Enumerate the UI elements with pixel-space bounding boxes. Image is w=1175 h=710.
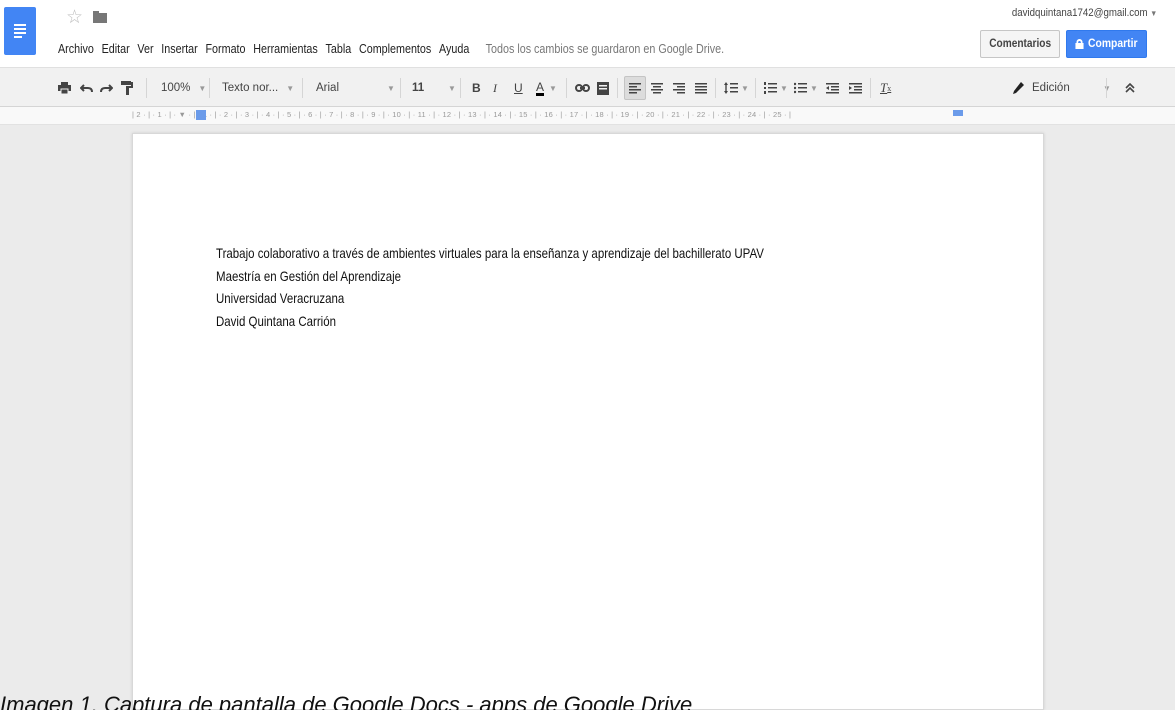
align-left-button[interactable] bbox=[624, 76, 646, 100]
document-body[interactable]: Trabajo colaborativo a través de ambient… bbox=[216, 242, 764, 332]
italic-button[interactable]: I bbox=[493, 68, 497, 108]
share-label: Compartir bbox=[1088, 38, 1138, 50]
line-spacing-button[interactable]: ▼ bbox=[724, 68, 749, 108]
document-line-program: Maestría en Gestión del Aprendizaje bbox=[216, 267, 402, 284]
first-line-indent-marker[interactable] bbox=[196, 116, 206, 120]
numbered-list-icon bbox=[764, 82, 777, 94]
insert-link-icon[interactable] bbox=[575, 68, 590, 108]
share-button[interactable]: Compartir bbox=[1066, 30, 1147, 58]
font-dropdown[interactable]: Arial ▼ bbox=[316, 68, 395, 108]
bold-button[interactable]: B bbox=[472, 68, 481, 108]
menu-item-archivo[interactable]: Archivo bbox=[58, 42, 94, 56]
folder-icon[interactable] bbox=[93, 11, 107, 23]
align-justify-icon[interactable] bbox=[695, 68, 707, 108]
chevron-down-icon: ▼ bbox=[780, 83, 788, 93]
zoom-value: 100% bbox=[161, 82, 191, 94]
menu-item-ayuda[interactable]: Ayuda bbox=[439, 42, 469, 56]
menu-item-formato[interactable]: Formato bbox=[205, 42, 245, 56]
docs-logo-icon[interactable] bbox=[4, 7, 36, 55]
bold-icon: B bbox=[472, 81, 481, 95]
menu-item-complementos[interactable]: Complementos bbox=[359, 42, 431, 56]
editing-mode-value: Edición bbox=[1032, 82, 1070, 94]
bulleted-list-button[interactable]: ▼ bbox=[794, 68, 818, 108]
font-size-value: 11 bbox=[412, 82, 425, 94]
underline-button[interactable]: U bbox=[514, 68, 523, 108]
increase-indent-icon[interactable] bbox=[849, 68, 862, 108]
comments-label: Comentarios bbox=[989, 38, 1051, 50]
menu-item-ver[interactable]: Ver bbox=[137, 42, 153, 56]
pencil-icon bbox=[1013, 82, 1024, 94]
right-indent-marker[interactable] bbox=[953, 110, 963, 116]
clear-formatting-button[interactable]: Tx bbox=[880, 68, 891, 108]
print-icon[interactable] bbox=[58, 68, 71, 108]
menu-item-tabla[interactable]: Tabla bbox=[326, 42, 352, 56]
undo-icon[interactable] bbox=[80, 68, 93, 108]
align-right-icon[interactable] bbox=[673, 68, 685, 108]
document-line-title: Trabajo colaborativo a través de ambient… bbox=[216, 245, 764, 261]
line-spacing-icon bbox=[724, 82, 738, 94]
chevron-down-icon: ▼ bbox=[198, 83, 207, 93]
ruler-scale: | 2 · | · 1 · | · ▼ · | · 1 · | · 2 · | … bbox=[132, 110, 792, 119]
paint-format-icon[interactable] bbox=[121, 68, 133, 108]
font-value: Arial bbox=[316, 82, 340, 94]
menu-bar: Archivo Editar Ver Insertar Formato Herr… bbox=[58, 39, 724, 59]
account-switcher[interactable]: davidquintana1742@gmail.com ▼ bbox=[1012, 7, 1157, 19]
google-docs-window: ☆ Archivo Editar Ver Insertar Formato He… bbox=[0, 0, 1175, 710]
double-chevron-up-icon bbox=[1125, 83, 1135, 93]
document-page[interactable]: Trabajo colaborativo a través de ambient… bbox=[132, 133, 1044, 710]
text-color-button[interactable]: A ▼ bbox=[536, 68, 557, 108]
chevron-down-icon: ▼ bbox=[1150, 9, 1157, 18]
paragraph-style-value: Texto nor... bbox=[222, 82, 279, 94]
chevron-down-icon: ▼ bbox=[549, 83, 557, 93]
bulleted-list-icon bbox=[794, 82, 807, 94]
align-center-icon[interactable] bbox=[651, 68, 663, 108]
comments-button[interactable]: Comentarios bbox=[980, 30, 1060, 58]
lock-icon bbox=[1075, 39, 1084, 49]
paragraph-style-dropdown[interactable]: Texto nor... ▼ bbox=[222, 68, 294, 108]
document-line-author: David Quintana Carrión bbox=[216, 312, 336, 329]
save-status[interactable]: Todos los cambios se guardaron en Google… bbox=[486, 42, 724, 56]
zoom-dropdown[interactable]: 100% ▼ bbox=[161, 68, 206, 108]
account-email: davidquintana1742@gmail.com bbox=[1011, 7, 1148, 19]
chevron-down-icon: ▼ bbox=[387, 83, 395, 93]
document-line-university: Universidad Veracruzana bbox=[216, 290, 345, 306]
chevron-down-icon: ▼ bbox=[286, 83, 295, 93]
header-bar: ☆ Archivo Editar Ver Insertar Formato He… bbox=[0, 0, 1175, 67]
insert-comment-icon[interactable] bbox=[597, 68, 609, 108]
font-size-dropdown[interactable]: 11 ▼ bbox=[412, 68, 456, 108]
figure-caption: Imagen 1. Captura de pantalla de Google … bbox=[0, 692, 693, 710]
italic-icon: I bbox=[493, 80, 497, 95]
chevron-down-icon: ▼ bbox=[448, 83, 456, 93]
collapse-menus-button[interactable] bbox=[1125, 68, 1135, 108]
ruler[interactable]: | 2 · | · 1 · | · ▼ · | · 1 · | · 2 · | … bbox=[0, 107, 1175, 125]
align-left-icon bbox=[629, 82, 641, 93]
chevron-down-icon: ▼ bbox=[741, 83, 749, 93]
numbered-list-button[interactable]: ▼ bbox=[764, 68, 788, 108]
decrease-indent-icon[interactable] bbox=[826, 68, 839, 108]
menu-item-herramientas[interactable]: Herramientas bbox=[253, 42, 318, 56]
menu-item-insertar[interactable]: Insertar bbox=[161, 42, 197, 56]
menu-item-editar[interactable]: Editar bbox=[102, 42, 130, 56]
underline-icon: U bbox=[514, 81, 523, 95]
clear-formatting-icon: T bbox=[880, 80, 888, 95]
text-color-icon: A bbox=[536, 79, 545, 96]
redo-icon[interactable] bbox=[100, 68, 113, 108]
chevron-down-icon: ▼ bbox=[810, 83, 818, 93]
star-icon[interactable]: ☆ bbox=[66, 8, 83, 28]
formatting-toolbar: 100% ▼ Texto nor... ▼ Arial ▼ 11 ▼ B I U A ▼ bbox=[0, 67, 1175, 107]
editing-mode-dropdown[interactable]: Edición▼ bbox=[1013, 68, 1111, 108]
